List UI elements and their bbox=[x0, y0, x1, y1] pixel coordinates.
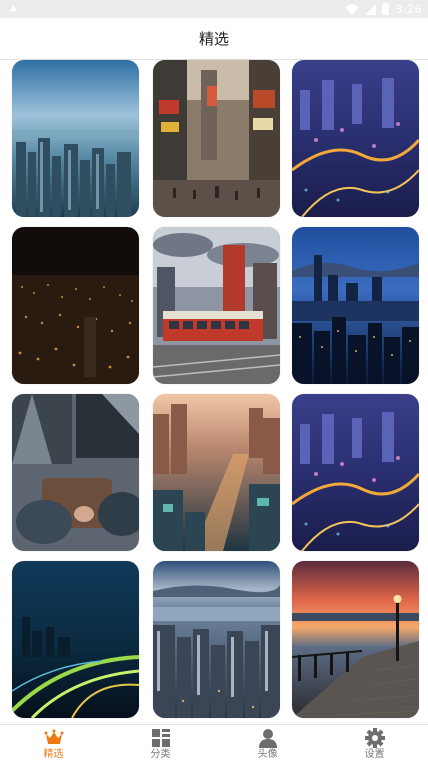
tab-avatar-label: 头像 bbox=[257, 749, 278, 760]
person-icon bbox=[258, 729, 277, 748]
wallpaper-thumbnail[interactable] bbox=[12, 60, 139, 217]
status-icons: 3:26 bbox=[345, 2, 422, 16]
tab-settings[interactable]: 设置 bbox=[321, 725, 428, 763]
tab-avatar[interactable]: 头像 bbox=[214, 725, 321, 763]
tab-settings-label: 设置 bbox=[364, 749, 385, 760]
night-city-purple-image bbox=[292, 394, 419, 551]
harbor-day-image bbox=[153, 561, 280, 718]
dark-city-lights-image bbox=[12, 227, 139, 384]
highway-night-image bbox=[12, 561, 139, 718]
wallpaper-thumbnail[interactable] bbox=[292, 561, 419, 718]
times-square-image bbox=[153, 60, 280, 217]
tab-featured[interactable]: 精选 bbox=[0, 725, 107, 763]
grid-icon bbox=[151, 729, 170, 747]
wifi-icon bbox=[345, 4, 360, 15]
status-bar: 3:26 bbox=[0, 0, 428, 18]
streetcar-hdr-image bbox=[153, 227, 280, 384]
crown-icon bbox=[44, 729, 63, 744]
skyline-blue-image bbox=[12, 60, 139, 217]
gear-icon bbox=[364, 728, 385, 748]
wallpaper-thumbnail[interactable] bbox=[153, 394, 280, 551]
wallpaper-thumbnail[interactable] bbox=[153, 561, 280, 718]
signal-icon bbox=[365, 3, 377, 15]
wallpaper-thumbnail[interactable] bbox=[292, 394, 419, 551]
top-app-bar: 精选 bbox=[0, 18, 428, 60]
wallpaper-thumbnail[interactable] bbox=[12, 561, 139, 718]
tab-featured-label: 精选 bbox=[43, 749, 64, 760]
notification-icon bbox=[9, 4, 18, 12]
wallpaper-thumbnail[interactable] bbox=[153, 227, 280, 384]
tab-category-label: 分类 bbox=[150, 749, 171, 760]
tab-category[interactable]: 分类 bbox=[107, 725, 214, 763]
bottom-navigation: 精选 分类 头像 设置 bbox=[0, 724, 428, 763]
wallpaper-thumbnail[interactable] bbox=[12, 394, 139, 551]
night-city-purple-image bbox=[292, 60, 419, 217]
wallpaper-thumbnail[interactable] bbox=[153, 60, 280, 217]
wallpaper-thumbnail[interactable] bbox=[292, 227, 419, 384]
status-time: 3:26 bbox=[395, 2, 422, 16]
aerial-sunset-image bbox=[153, 394, 280, 551]
battery-icon bbox=[382, 3, 390, 15]
pier-sunset-image bbox=[292, 561, 419, 718]
wallpaper-thumbnail[interactable] bbox=[12, 227, 139, 384]
page-title: 精选 bbox=[198, 30, 229, 48]
harbor-night-image bbox=[292, 227, 419, 384]
rooftop-hands-image bbox=[12, 394, 139, 551]
wallpaper-thumbnail[interactable] bbox=[292, 60, 419, 217]
